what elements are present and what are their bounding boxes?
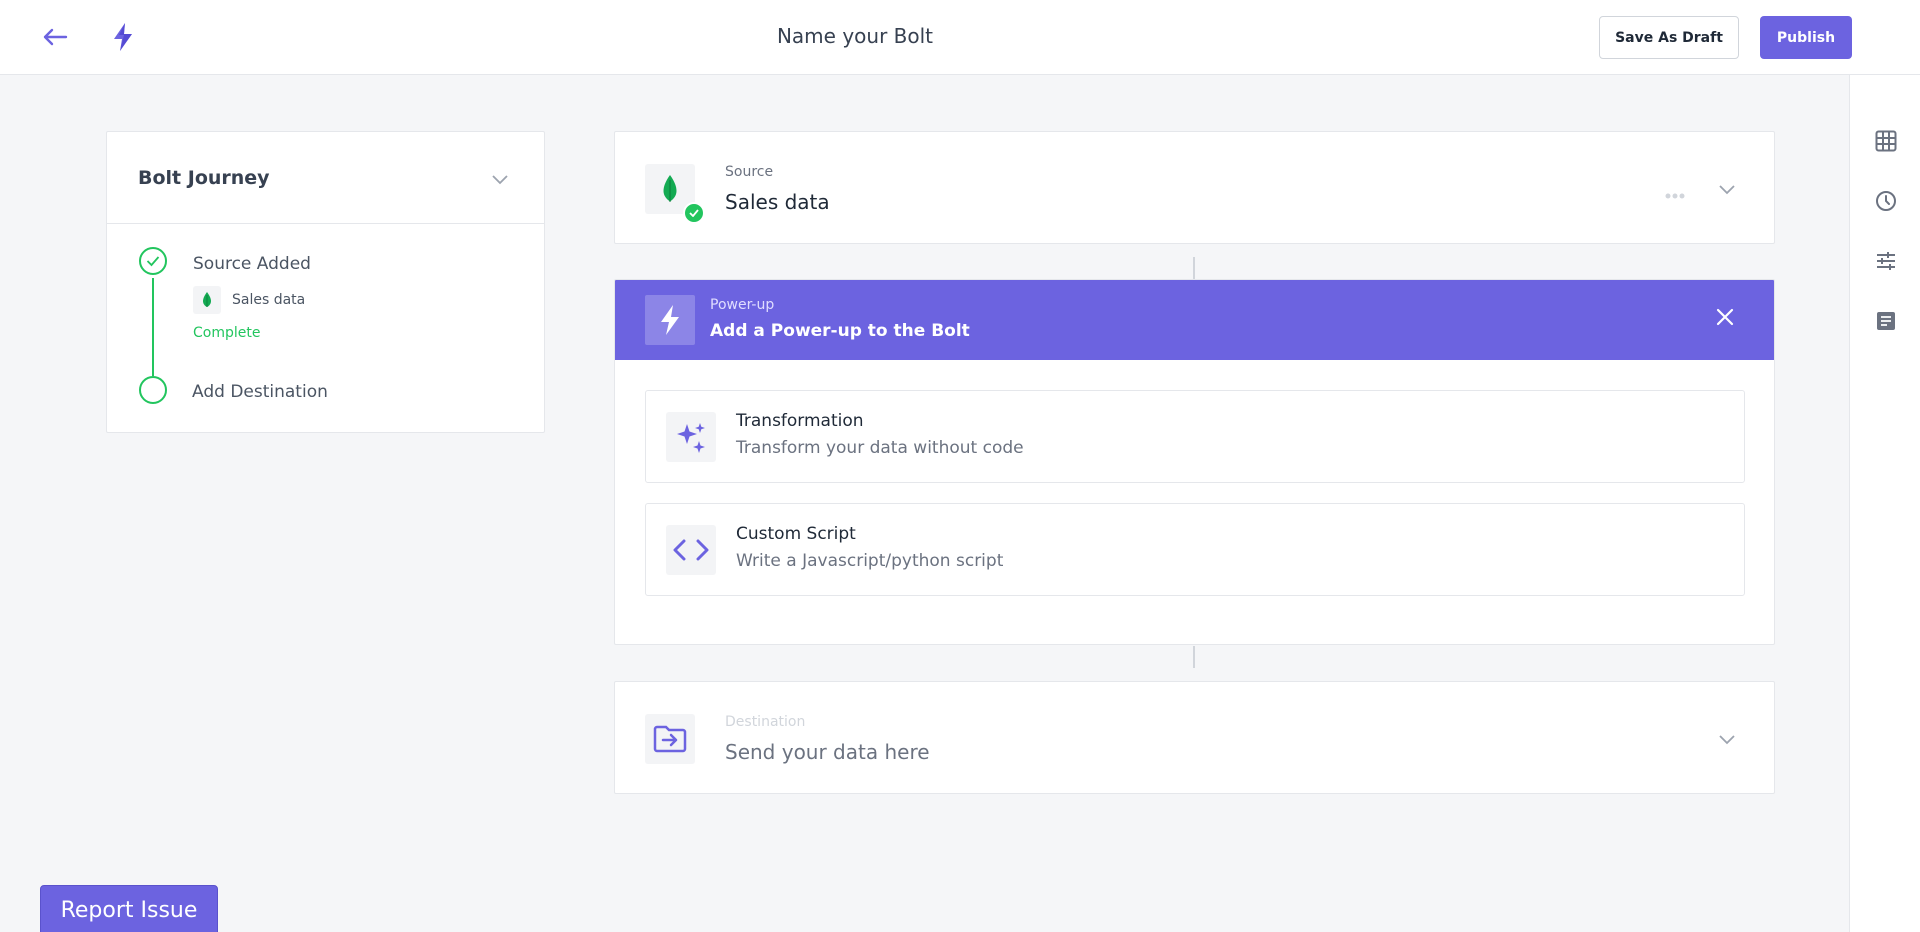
step-add-destination-label: Add Destination xyxy=(192,382,328,402)
custom-script-option[interactable]: Custom Script Write a Javascript/python … xyxy=(645,503,1745,596)
destination-caption: Destination xyxy=(725,714,806,730)
sliders-icon[interactable] xyxy=(1874,249,1898,273)
history-clock-icon[interactable] xyxy=(1874,189,1898,213)
custom-script-title: Custom Script xyxy=(736,524,856,544)
powerup-card: Power-up Add a Power-up to the Bolt Tran… xyxy=(614,279,1775,645)
bolt-name-title[interactable]: Name your Bolt xyxy=(0,24,1710,48)
close-icon[interactable] xyxy=(1715,307,1735,331)
table-grid-icon[interactable] xyxy=(1874,129,1898,153)
right-tool-rail xyxy=(1849,75,1920,932)
publish-button[interactable]: Publish xyxy=(1760,16,1852,59)
source-name: Sales data xyxy=(725,190,830,214)
mongodb-leaf-icon xyxy=(193,286,221,314)
bolt-journey-header[interactable]: Bolt Journey xyxy=(107,132,544,224)
destination-card[interactable]: Destination Send your data here xyxy=(614,681,1775,794)
document-icon[interactable] xyxy=(1874,309,1898,333)
transformation-option[interactable]: Transformation Transform your data witho… xyxy=(645,390,1745,483)
source-connected-check-icon xyxy=(683,202,705,224)
custom-script-description: Write a Javascript/python script xyxy=(736,551,1004,571)
chevron-down-icon[interactable] xyxy=(1719,180,1735,199)
chevron-down-icon[interactable] xyxy=(492,170,508,189)
bolt-journey-panel: Bolt Journey Source Added Sales data Com… xyxy=(106,131,545,433)
chevron-down-icon[interactable] xyxy=(1719,730,1735,749)
more-options-icon[interactable] xyxy=(1665,184,1685,203)
sparkles-icon xyxy=(666,412,716,462)
step-pending-circle-icon xyxy=(139,376,167,404)
source-caption: Source xyxy=(725,164,774,180)
lightning-bolt-icon xyxy=(645,295,695,345)
code-brackets-icon xyxy=(666,525,716,575)
powerup-header: Power-up Add a Power-up to the Bolt xyxy=(615,280,1774,360)
step-source-name: Sales data xyxy=(232,292,306,308)
journey-connector-line xyxy=(152,278,154,376)
step-status-complete: Complete xyxy=(193,325,261,341)
folder-export-icon xyxy=(645,714,695,764)
top-header: Name your Bolt Save As Draft Publish xyxy=(0,0,1920,75)
destination-placeholder: Send your data here xyxy=(725,740,930,764)
transformation-description: Transform your data without code xyxy=(736,438,1024,458)
step-complete-check-icon xyxy=(139,247,167,275)
transformation-title: Transformation xyxy=(736,411,864,431)
flow-connector xyxy=(1193,646,1195,668)
flow-connector xyxy=(1193,257,1195,279)
step-source-added-label: Source Added xyxy=(193,254,311,274)
powerup-title: Add a Power-up to the Bolt xyxy=(710,321,970,341)
save-as-draft-button[interactable]: Save As Draft xyxy=(1599,16,1739,59)
bolt-journey-title: Bolt Journey xyxy=(138,167,270,189)
report-issue-button[interactable]: Report Issue xyxy=(40,885,218,932)
powerup-caption: Power-up xyxy=(710,297,775,313)
source-card[interactable]: Source Sales data xyxy=(614,131,1775,244)
